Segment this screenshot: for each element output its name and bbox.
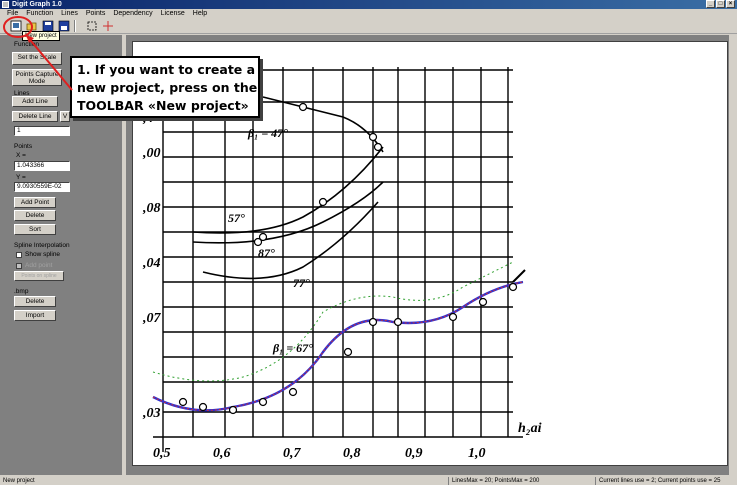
highlight-overlay bbox=[3, 16, 73, 91]
